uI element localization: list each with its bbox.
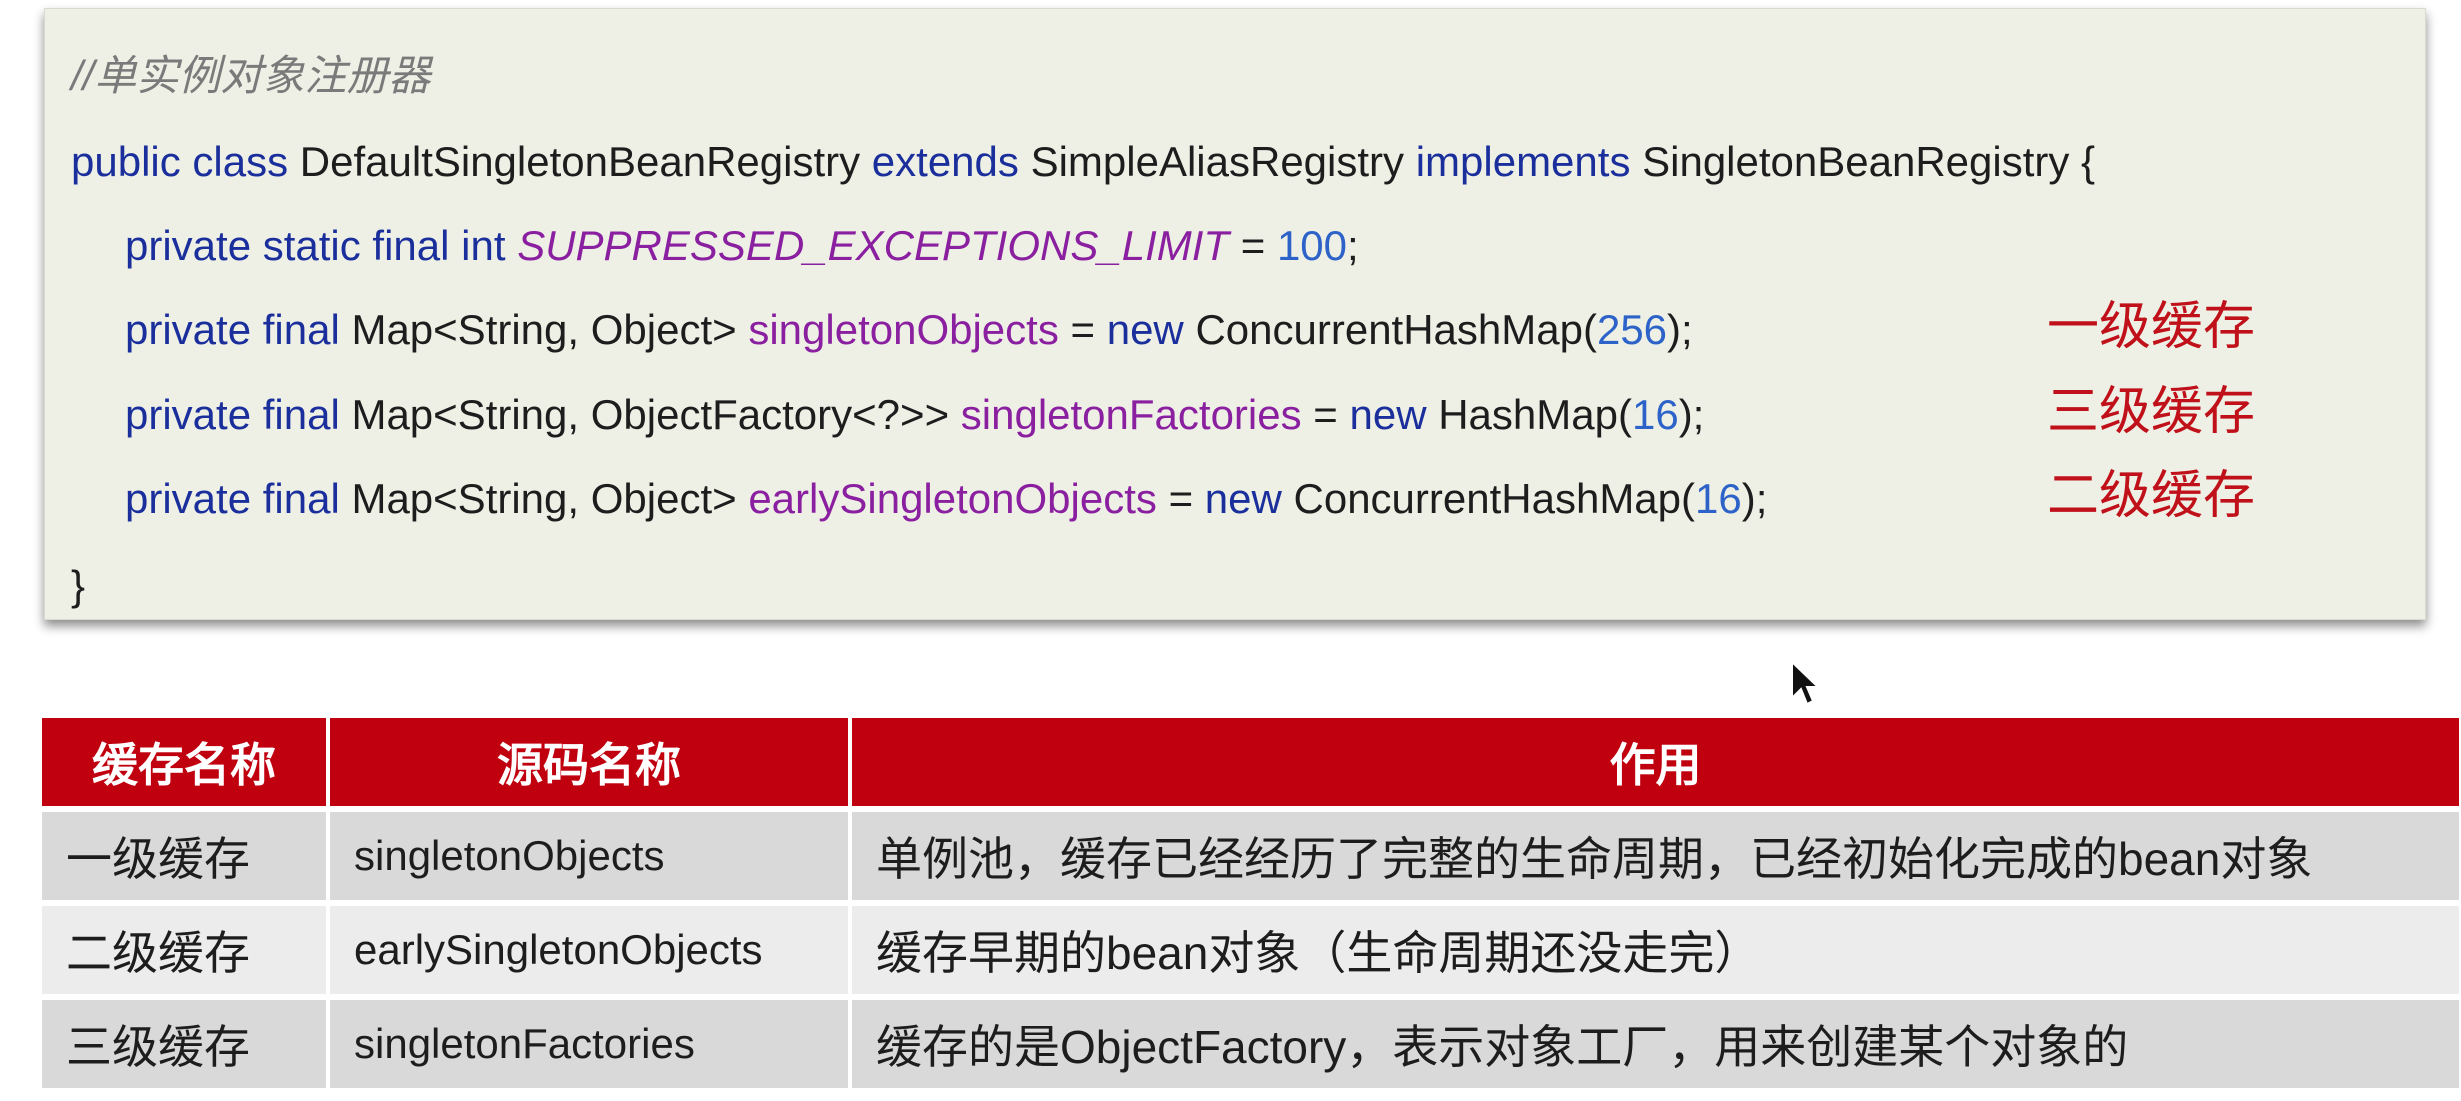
table-row: 二级缓存 earlySingletonObjects 缓存早期的bean对象（生… (42, 903, 2461, 1000)
semicolon: ; (1347, 222, 1359, 269)
field-type: Map<String, ObjectFactory<?>> (351, 391, 950, 438)
field-name: singletonObjects (748, 306, 1059, 353)
modifiers: private final (125, 475, 340, 522)
cell-level: 一级缓存 (42, 809, 330, 906)
kw-extends: extends (871, 138, 1019, 185)
mouse-pointer-icon (1791, 660, 1820, 706)
note-second-level-cache: 二级缓存 (2047, 467, 2256, 525)
note-first-level-cache: 一级缓存 (2047, 298, 2256, 356)
field-type: Map<String, Object> (351, 475, 737, 522)
cell-level: 二级缓存 (42, 903, 330, 1000)
cell-purpose: 缓存的是ObjectFactory，表示对象工厂，用来创建某个对象的 (850, 997, 2461, 1094)
cell-level: 三级缓存 (42, 997, 330, 1094)
statement-end: ); (1741, 475, 1768, 522)
constructor: ConcurrentHashMap( (1195, 306, 1597, 353)
constructor: ConcurrentHashMap( (1293, 475, 1696, 522)
cell-source: singletonObjects (328, 809, 852, 906)
field-type: Map<String, Object> (351, 306, 737, 353)
equals-sign: = (1168, 475, 1194, 522)
code-comment: //单实例对象注册器 (71, 52, 431, 99)
code-snippet-panel: //单实例对象注册器 public class DefaultSingleton… (44, 8, 2426, 620)
kw-public-class: public class (71, 138, 289, 185)
table-row: 一级缓存 singletonObjects 单例池，缓存已经经历了完整的生命周期… (42, 809, 2461, 906)
header-source-name: 源码名称 (328, 718, 852, 812)
class-name: DefaultSingletonBeanRegistry (299, 138, 861, 185)
cache-levels-table: 缓存名称 源码名称 作用 一级缓存 singletonObjects 单例池，缓… (42, 718, 2461, 1094)
kw-implements: implements (1415, 138, 1631, 185)
cell-source: singletonFactories (328, 997, 852, 1094)
field-name: singletonFactories (960, 391, 1302, 438)
equals-sign: = (1070, 306, 1096, 353)
constant-name: SUPPRESSED_EXCEPTIONS_LIMIT (517, 222, 1230, 269)
number-literal: 100 (1276, 222, 1348, 269)
closing-brace: } (71, 562, 86, 609)
note-third-level-cache: 三级缓存 (2047, 383, 2256, 441)
number-literal: 256 (1596, 306, 1668, 353)
cell-source: earlySingletonObjects (328, 903, 852, 1000)
singleton-factories-line: private final Map<String, ObjectFactory<… (125, 390, 1704, 440)
modifiers: private final (125, 306, 340, 353)
kw-new: new (1349, 391, 1427, 438)
statement-end: ); (1667, 306, 1693, 353)
modifiers: private final (125, 391, 340, 438)
number-literal: 16 (1695, 475, 1742, 522)
cell-purpose: 缓存早期的bean对象（生命周期还没走完） (850, 903, 2461, 1000)
table-row: 三级缓存 singletonFactories 缓存的是ObjectFactor… (42, 997, 2461, 1094)
kw-new: new (1106, 306, 1184, 353)
table-header-row: 缓存名称 源码名称 作用 (42, 718, 2461, 812)
equals-sign: = (1240, 222, 1266, 269)
field-name: earlySingletonObjects (748, 475, 1157, 522)
statement-end: ); (1678, 391, 1705, 438)
parent-class: SimpleAliasRegistry (1030, 138, 1405, 185)
kw-new: new (1204, 475, 1282, 522)
class-declaration-line: public class DefaultSingletonBeanRegistr… (71, 137, 2095, 187)
early-singleton-objects-line: private final Map<String, Object> earlyS… (125, 474, 1767, 524)
interface-name: SingletonBeanRegistry { (1642, 138, 2096, 185)
number-literal: 16 (1631, 391, 1679, 438)
singleton-objects-line: private final Map<String, Object> single… (125, 305, 1693, 355)
cell-purpose: 单例池，缓存已经经历了完整的生命周期，已经初始化完成的bean对象 (850, 809, 2461, 906)
header-cache-name: 缓存名称 (42, 718, 330, 812)
header-purpose: 作用 (850, 718, 2461, 812)
modifiers: private static final int (125, 222, 506, 269)
limit-field-line: private static final int SUPPRESSED_EXCE… (125, 221, 1359, 271)
equals-sign: = (1313, 391, 1338, 438)
constructor: HashMap( (1438, 391, 1632, 438)
